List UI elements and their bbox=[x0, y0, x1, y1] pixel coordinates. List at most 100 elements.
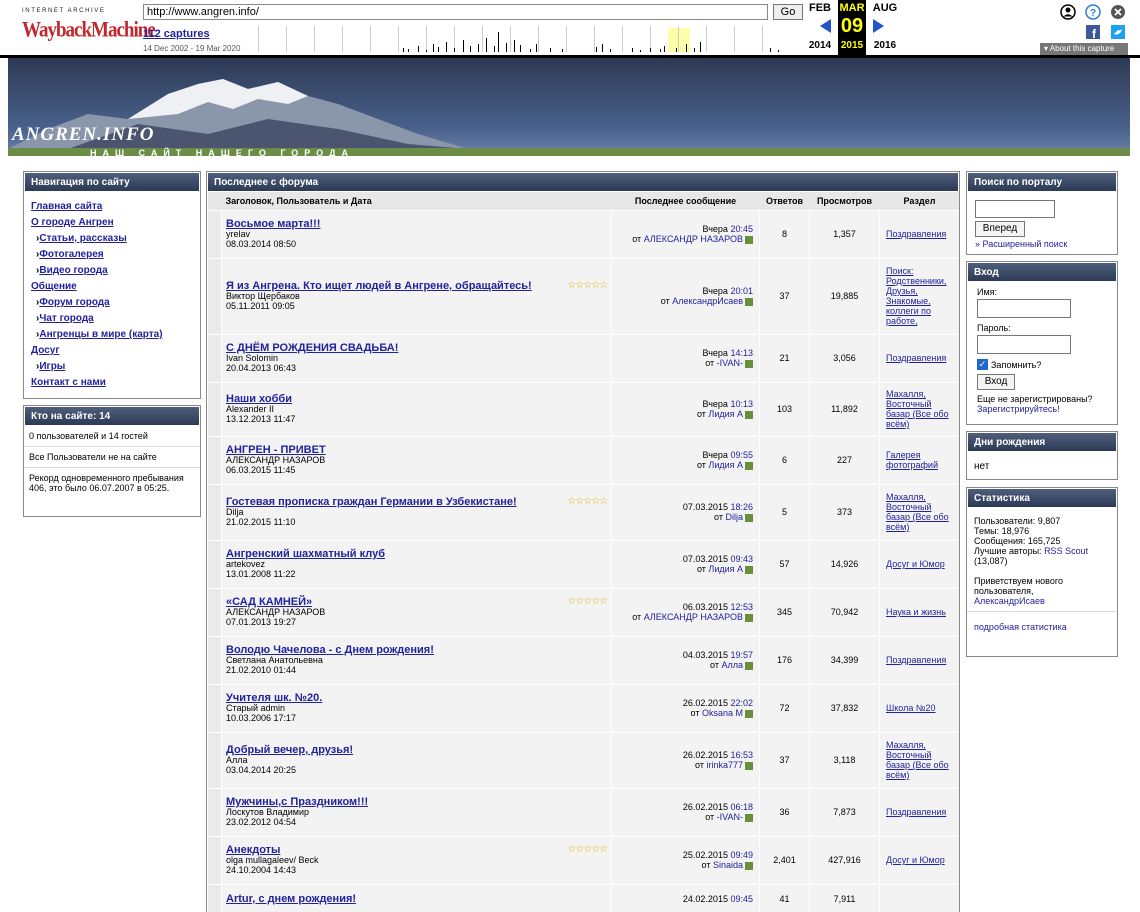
best-user-link[interactable]: RSS Scout bbox=[1044, 546, 1088, 556]
detailed-stats-link[interactable]: подробная статистика bbox=[974, 622, 1067, 632]
last-post-author-link[interactable]: -IVAN- bbox=[717, 812, 743, 822]
last-post-author-link[interactable]: irinka777 bbox=[706, 760, 743, 770]
next-month[interactable]: AUG 2016 bbox=[870, 0, 900, 51]
go-to-post-icon[interactable] bbox=[745, 813, 753, 822]
last-post-author-link[interactable]: -IVAN- bbox=[717, 358, 743, 368]
nav-link[interactable]: Чат города bbox=[36, 313, 200, 325]
search-button[interactable]: Вперед bbox=[975, 221, 1025, 237]
go-button[interactable]: Go bbox=[773, 4, 803, 20]
nav-link[interactable]: Ангренцы в мире (карта) bbox=[36, 329, 200, 341]
go-to-post-icon[interactable] bbox=[745, 513, 753, 522]
section-link[interactable]: Досуг и Юмор bbox=[879, 836, 959, 885]
nav-link[interactable]: Досуг bbox=[31, 345, 200, 357]
last-post-author-link[interactable]: Dilja bbox=[725, 512, 743, 522]
section-link[interactable]: Поиск: Родственники, Друзья, Знакомые, к… bbox=[879, 258, 959, 335]
thread-title-link[interactable]: Я из Ангрена. Кто ищет людей в Ангрене, … bbox=[226, 281, 532, 292]
nav-link[interactable]: Общение bbox=[31, 281, 200, 293]
thread-title-link[interactable]: АНГРЕН - ПРИВЕТ bbox=[226, 445, 326, 456]
last-post-author-link[interactable]: Лидия А bbox=[708, 460, 743, 470]
last-post-author-link[interactable]: Sinaida bbox=[713, 860, 743, 870]
views-count: 70,942 bbox=[809, 588, 880, 637]
nav-link[interactable]: О городе Ангрен bbox=[31, 217, 200, 229]
thread-title-link[interactable]: «САД КАМНЕЙ» bbox=[226, 597, 312, 608]
username-field[interactable] bbox=[977, 299, 1071, 318]
prev-month[interactable]: FEB 2014 bbox=[806, 0, 834, 51]
password-field[interactable] bbox=[977, 335, 1071, 354]
site-title[interactable]: ANGREN.INFO bbox=[12, 124, 154, 146]
section-link[interactable]: Поздравления bbox=[879, 334, 959, 383]
go-to-post-icon[interactable] bbox=[745, 613, 753, 622]
nav-link[interactable]: Игры bbox=[36, 361, 200, 373]
section-link[interactable]: Махалля, Восточный базар (Все обо всём) bbox=[879, 732, 959, 789]
go-to-post-icon[interactable] bbox=[745, 235, 753, 244]
go-to-post-icon[interactable] bbox=[745, 297, 753, 306]
section-link[interactable]: Поздравления bbox=[879, 210, 959, 259]
wayback-logo[interactable]: INTERNET ARCHIVE WaybackMachine bbox=[22, 8, 156, 44]
thread-title-link[interactable]: Гостевая прописка граждан Германии в Узб… bbox=[226, 497, 517, 508]
thread-title-link[interactable]: Artur, с днем рождения! bbox=[226, 894, 356, 905]
last-post-author-link[interactable]: АЛЕКСАНДР НАЗАРОВ bbox=[644, 612, 743, 622]
go-to-post-icon[interactable] bbox=[745, 410, 753, 419]
nav-link[interactable]: Фотогалерея bbox=[36, 249, 200, 261]
section-link[interactable]: Поздравления bbox=[879, 788, 959, 837]
section-link[interactable]: Школа №20 bbox=[879, 684, 959, 733]
thread-title-link[interactable]: Ангренский шахматный клуб bbox=[226, 549, 385, 560]
col-views[interactable]: Просмотров bbox=[809, 192, 880, 211]
prev-arrow-icon[interactable] bbox=[820, 19, 831, 33]
go-to-post-icon[interactable] bbox=[745, 861, 753, 870]
thread-title-link[interactable]: С ДНЁМ РОЖДЕНИЯ СВАДЬБА! bbox=[226, 343, 398, 354]
go-to-post-icon[interactable] bbox=[745, 461, 753, 470]
checkmark-icon[interactable]: ✓ bbox=[977, 359, 988, 370]
col-replies[interactable]: Ответов bbox=[759, 192, 810, 211]
section-link[interactable]: Махалля, Восточный базар (Все обо всём) bbox=[879, 382, 959, 437]
section-link[interactable]: Поздравления bbox=[879, 636, 959, 685]
nav-link[interactable]: Форум города bbox=[36, 297, 200, 309]
section-link[interactable]: Досуг и Юмор bbox=[879, 540, 959, 589]
go-to-post-icon[interactable] bbox=[745, 565, 753, 574]
col-last[interactable]: Последнее сообщение bbox=[611, 192, 760, 211]
section-link[interactable]: Наука и жизнь bbox=[879, 588, 959, 637]
about-capture-button[interactable]: ▾ About this capture bbox=[1040, 43, 1128, 55]
section-link[interactable]: Галерея фотографий bbox=[879, 436, 959, 485]
capture-sparkline[interactable] bbox=[258, 24, 788, 54]
last-post-author-link[interactable]: Oksana M bbox=[702, 708, 743, 718]
thread-title-link[interactable]: Володю Чачелова - с Днем рождения! bbox=[226, 645, 434, 656]
thread-title-link[interactable]: Анекдоты bbox=[226, 845, 280, 856]
twitter-icon[interactable] bbox=[1111, 25, 1125, 42]
go-to-post-icon[interactable] bbox=[745, 359, 753, 368]
login-button[interactable]: Вход bbox=[977, 374, 1015, 390]
new-user-link[interactable]: АлександрИсаев bbox=[974, 596, 1045, 606]
col-section[interactable]: Раздел bbox=[879, 192, 959, 211]
last-post-author-link[interactable]: Алла bbox=[721, 660, 743, 670]
go-to-post-icon[interactable] bbox=[745, 761, 753, 770]
col-title[interactable]: Заголовок, Пользователь и Дата bbox=[221, 192, 612, 211]
section-link[interactable]: Махалля, Восточный базар (Все обо всём) bbox=[879, 484, 959, 541]
captures-link[interactable]: 112 captures bbox=[143, 28, 210, 40]
url-input[interactable]: http://www.angren.info/ bbox=[143, 4, 768, 20]
next-arrow-icon[interactable] bbox=[873, 19, 884, 33]
go-to-post-icon[interactable] bbox=[745, 709, 753, 718]
last-post-author-link[interactable]: Лидия А bbox=[708, 564, 743, 574]
nav-link[interactable]: Контакт с нами bbox=[31, 377, 200, 389]
section-link[interactable] bbox=[879, 884, 959, 912]
thread-title-link[interactable]: Наши хобби bbox=[226, 394, 292, 405]
thread-title-link[interactable]: Мужчины,с Праздником!!! bbox=[226, 797, 368, 808]
user-icon[interactable] bbox=[1060, 4, 1076, 23]
thread-title-link[interactable]: Восьмое марта!!! bbox=[226, 219, 320, 230]
go-to-post-icon[interactable] bbox=[745, 661, 753, 670]
facebook-icon[interactable]: f bbox=[1086, 25, 1100, 42]
search-input[interactable] bbox=[975, 200, 1055, 218]
last-post-author-link[interactable]: Лидия А bbox=[708, 409, 743, 419]
last-post-author-link[interactable]: АЛЕКСАНДР НАЗАРОВ bbox=[644, 234, 743, 244]
nav-link[interactable]: Статьи, рассказы bbox=[36, 233, 200, 245]
last-post-author-link[interactable]: АлександрИсаев bbox=[672, 296, 743, 306]
thread-title-link[interactable]: Учителя шк. №20. bbox=[226, 693, 322, 704]
close-icon[interactable] bbox=[1110, 4, 1126, 23]
thread-title-link[interactable]: Добрый вечер, друзья! bbox=[226, 745, 353, 756]
remember-checkbox[interactable]: ✓ Запомнить? bbox=[977, 359, 1117, 370]
register-link[interactable]: Зарегистрируйтесь! bbox=[977, 404, 1060, 414]
help-icon[interactable]: ? bbox=[1085, 4, 1101, 23]
nav-link[interactable]: Видео города bbox=[36, 265, 200, 277]
nav-link[interactable]: Главная сайта bbox=[31, 201, 200, 213]
advanced-search-link[interactable]: Расширенный поиск bbox=[983, 239, 1068, 249]
